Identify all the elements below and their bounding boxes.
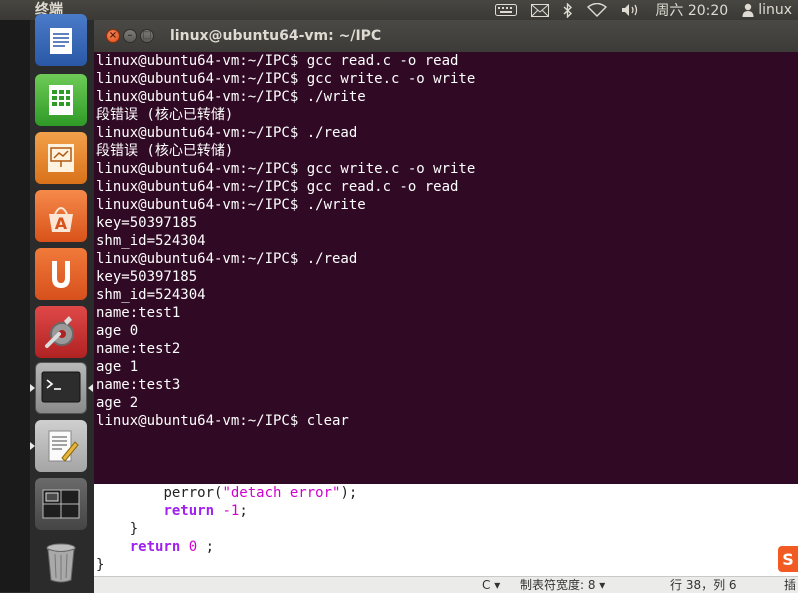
editor-statusbar: C ▾ 制表符宽度: 8 ▾ 行 38，列 6 插 [94, 576, 798, 593]
indicator-area: 周六 20:20 linux [495, 0, 792, 20]
code-line: } [96, 557, 105, 573]
top-panel: 终端 周六 20:20 linux [0, 0, 798, 20]
user-menu[interactable]: linux [742, 0, 792, 20]
code-line: } [96, 521, 139, 537]
volume-icon[interactable] [621, 0, 641, 20]
mail-icon[interactable] [531, 0, 550, 20]
gedit-editor-area[interactable]: perror("detach error"); return -1; } ret… [94, 484, 798, 576]
libreoffice-calc-icon[interactable] [35, 74, 87, 126]
terminal-line: name:test3 [96, 377, 181, 393]
ubuntu-software-center-icon[interactable]: A [35, 190, 87, 242]
code-punct: ; [197, 539, 215, 555]
terminal-line: linux@ubuntu64-vm:~/IPC$ gcc read.c -o r… [96, 53, 459, 69]
code-line: return -1; [96, 502, 248, 520]
code-keyword: return [163, 503, 215, 519]
maximize-icon: □ [142, 30, 152, 41]
terminal-line: linux@ubuntu64-vm:~/IPC$ clear [96, 413, 349, 429]
terminal-icon[interactable] [35, 362, 87, 414]
user-icon [742, 3, 754, 17]
terminal-line: linux@ubuntu64-vm:~/IPC$ gcc write.c -o … [96, 161, 476, 177]
workspace-switcher-icon[interactable] [35, 478, 87, 530]
wifi-icon[interactable] [587, 0, 608, 20]
window-title: linux@ubuntu64-vm: ~/IPC [170, 28, 382, 44]
minimize-icon: – [127, 30, 133, 41]
code-number: 0 [180, 539, 198, 555]
terminal-line: linux@ubuntu64-vm:~/IPC$ gcc read.c -o r… [96, 179, 459, 195]
user-name: linux [758, 2, 792, 18]
terminal-output[interactable]: linux@ubuntu64-vm:~/IPC$ gcc read.c -o r… [94, 52, 798, 484]
terminal-line: age 0 [96, 323, 139, 339]
terminal-line: linux@ubuntu64-vm:~/IPC$ ./write [96, 197, 366, 213]
language-selector[interactable]: C ▾ [482, 578, 500, 592]
insert-mode: 插 [784, 578, 797, 592]
svg-text:A: A [55, 214, 68, 233]
code-keyword: return [129, 539, 181, 555]
terminal-line: key=50397185 [96, 269, 198, 285]
terminal-line: linux@ubuntu64-vm:~/IPC$ ./read [96, 125, 358, 141]
terminal-line: key=50397185 [96, 215, 198, 231]
libreoffice-writer-icon[interactable] [35, 14, 87, 66]
sogou-ime-icon[interactable]: S [778, 546, 798, 572]
close-icon: × [108, 30, 118, 41]
launcher-focus-pip [88, 384, 93, 392]
terminal-line: linux@ubuntu64-vm:~/IPC$ gcc write.c -o … [96, 71, 476, 87]
terminal-line: 段错误 (核心已转储) [96, 143, 234, 159]
terminal-line: 段错误 (核心已转储) [96, 107, 234, 123]
cursor-position: 行 38，列 6 [670, 578, 737, 592]
close-button[interactable]: × [106, 29, 120, 43]
code-punct: ; [239, 503, 248, 519]
terminal-line: shm_id=524304 [96, 287, 206, 303]
svg-text:S: S [782, 550, 794, 569]
terminal-line: linux@ubuntu64-vm:~/IPC$ ./read [96, 251, 358, 267]
code-punct: ); [340, 485, 358, 501]
tab-width-selector[interactable]: 制表符宽度: 8 ▾ [520, 578, 605, 592]
bluetooth-icon[interactable] [563, 0, 573, 20]
terminal-line: name:test2 [96, 341, 181, 357]
launcher: A [0, 14, 94, 592]
maximize-button[interactable]: □ [140, 29, 154, 43]
terminal-line: age 1 [96, 359, 139, 375]
terminal-line: name:test1 [96, 305, 181, 321]
ubuntu-one-icon[interactable] [35, 248, 87, 300]
code-line: perror("detach error"); [96, 484, 357, 502]
terminal-line: linux@ubuntu64-vm:~/IPC$ ./write [96, 89, 366, 105]
code-number: -1 [214, 503, 240, 519]
code-function: perror( [163, 485, 223, 501]
code-string: "detach error" [222, 485, 341, 501]
libreoffice-impress-icon[interactable] [35, 132, 87, 184]
minimize-button[interactable]: – [123, 29, 137, 43]
clock[interactable]: 周六 20:20 [655, 0, 728, 20]
keyboard-icon[interactable] [495, 0, 518, 20]
terminal-line: shm_id=524304 [96, 233, 206, 249]
system-settings-icon[interactable] [35, 306, 87, 358]
trash-icon[interactable] [35, 536, 87, 588]
terminal-line: age 2 [96, 395, 139, 411]
text-editor-icon[interactable] [35, 420, 87, 472]
terminal-titlebar[interactable]: × – □ linux@ubuntu64-vm: ~/IPC [94, 20, 798, 52]
code-line: return 0 ; [96, 538, 214, 556]
launcher-edge [0, 20, 30, 592]
